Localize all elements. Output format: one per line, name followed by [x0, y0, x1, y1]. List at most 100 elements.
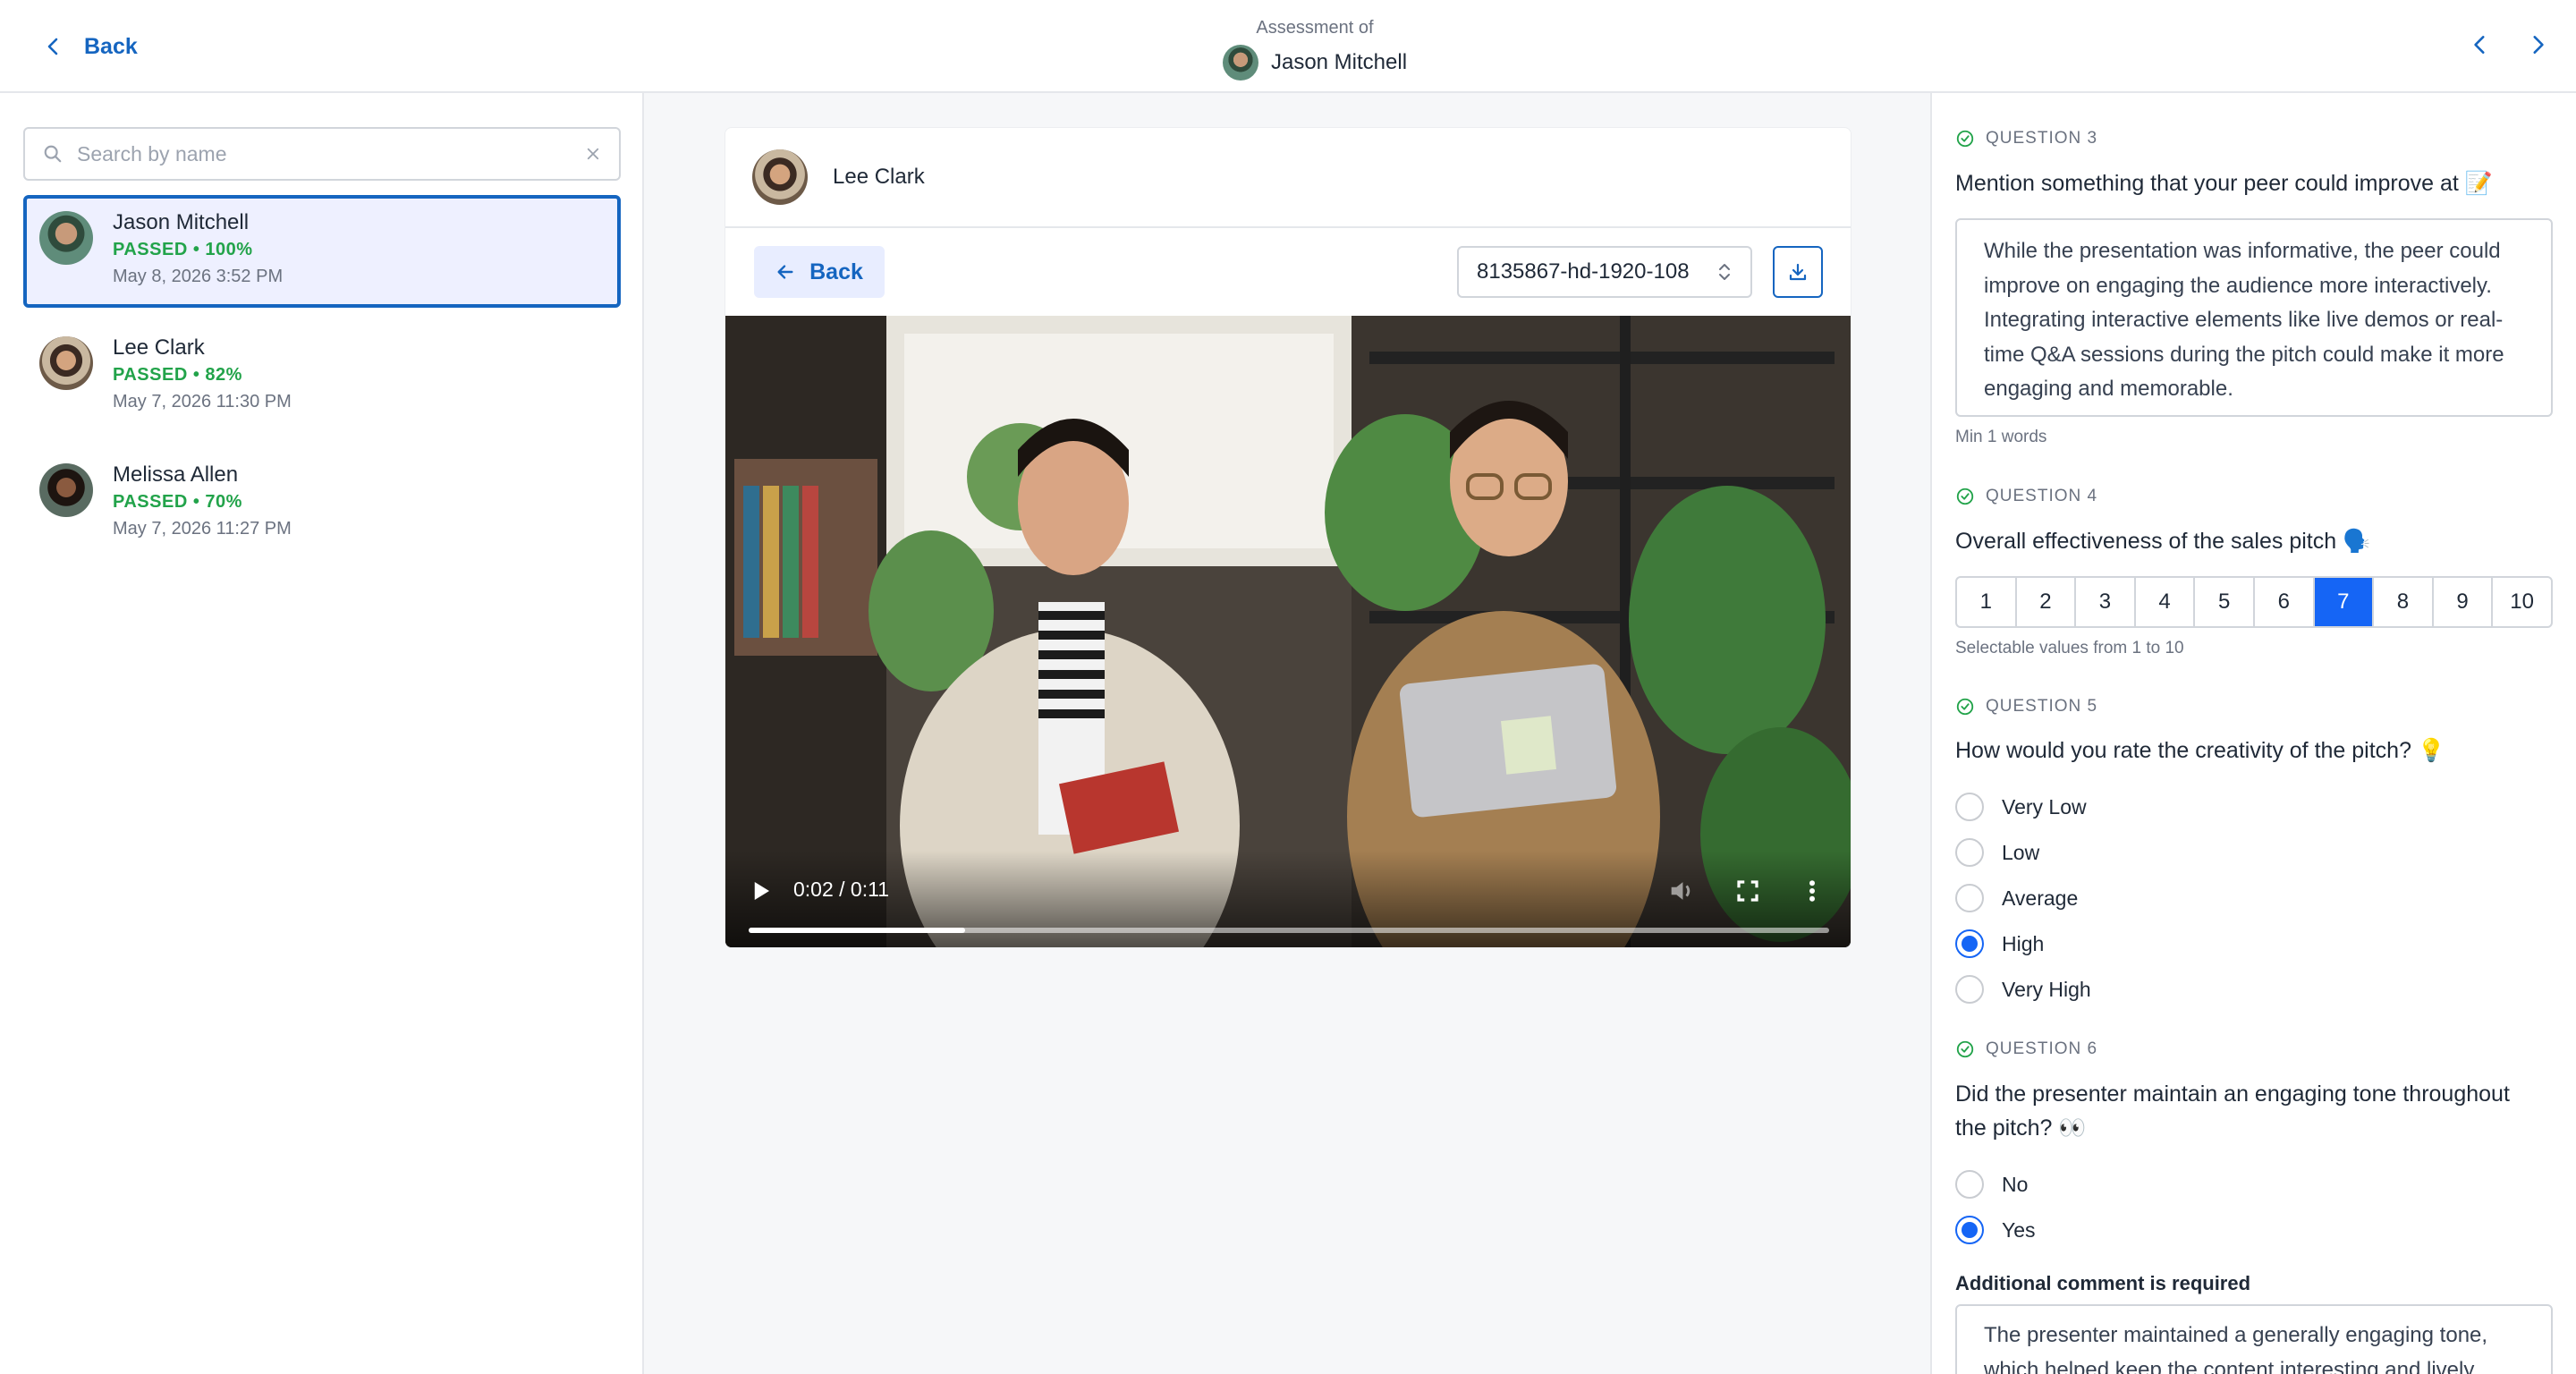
file-select[interactable]: 8135867-hd-1920-108	[1457, 246, 1752, 298]
comment-textarea[interactable]: The presenter maintained a generally eng…	[1955, 1304, 2553, 1374]
page-title: Assessment of Jason Mitchell	[1091, 16, 1538, 81]
radio-option[interactable]: High	[1955, 929, 2044, 958]
avatar	[39, 336, 93, 390]
rating-option[interactable]: 3	[2076, 578, 2136, 626]
header-back-button[interactable]: Back	[43, 27, 138, 66]
question-label: QUESTION 6	[1955, 1039, 2097, 1059]
list-item[interactable]: Jason Mitchell PASSED • 100% May 8, 2026…	[23, 195, 621, 308]
assessed-person: Jason Mitchell	[1091, 45, 1538, 81]
radio-button[interactable]	[1955, 884, 1984, 912]
rating-option[interactable]: 4	[2136, 578, 2196, 626]
arrow-left-icon	[777, 265, 793, 279]
clear-icon[interactable]	[585, 146, 601, 162]
media-toolbar: Back 8135867-hd-1920-108	[725, 228, 1851, 316]
video-controls: 0:02 / 0:11	[725, 851, 1851, 947]
radio-button[interactable]	[1955, 793, 1984, 821]
rating-option[interactable]: 10	[2493, 578, 2551, 626]
person-name: Jason Mitchell	[113, 210, 250, 234]
list-item[interactable]: Melissa Allen PASSED • 70% May 7, 2026 1…	[23, 449, 621, 576]
radio-label: Very High	[2002, 977, 2091, 1001]
radio-option[interactable]: Low	[1955, 838, 2039, 867]
more-options-icon[interactable]	[1799, 876, 1826, 906]
question-number: QUESTION 4	[1986, 487, 2098, 505]
sidebar: Jason Mitchell PASSED • 100% May 8, 2026…	[0, 93, 644, 1374]
submission-card: Lee Clark Back 8135867-hd-1920-108 0:02 …	[724, 127, 1852, 948]
sort-arrows-icon	[1719, 264, 1730, 280]
fullscreen-icon[interactable]	[1734, 878, 1761, 904]
radio-label: Average	[2002, 886, 2079, 910]
radio-label: No	[2002, 1172, 2029, 1196]
question-hint: Min 1 words	[1955, 428, 2047, 446]
radio-option[interactable]: Yes	[1955, 1216, 2036, 1244]
radio-option[interactable]: Very High	[1955, 975, 2091, 1004]
video-progress-fill	[749, 928, 965, 933]
comment-label: Additional comment is required	[1955, 1272, 2251, 1294]
rating-option[interactable]: 2	[2017, 578, 2077, 626]
question-label: QUESTION 3	[1955, 129, 2097, 148]
radio-label: Yes	[2002, 1217, 2036, 1242]
question-label: QUESTION 5	[1955, 697, 2097, 717]
header-back-label: Back	[84, 33, 138, 59]
chevron-right-icon	[2533, 36, 2544, 54]
page-subtitle: Assessment of	[1256, 18, 1374, 38]
status-badge: PASSED • 100%	[113, 240, 253, 259]
question-number: QUESTION 5	[1986, 697, 2098, 716]
rating-option[interactable]: 8	[2374, 578, 2434, 626]
question-text: Overall effectiveness of the sales pitch…	[1955, 529, 2371, 554]
question-text: Mention something that your peer could i…	[1955, 171, 2493, 196]
radio-button[interactable]	[1955, 975, 1984, 1004]
volume-icon[interactable]	[1666, 876, 1697, 906]
chevron-left-icon	[47, 38, 58, 55]
question-text: Did the presenter maintain an engaging t…	[1955, 1081, 2510, 1141]
record-navigation	[2467, 27, 2551, 63]
download-button[interactable]	[1773, 246, 1823, 298]
question-hint: Selectable values from 1 to 10	[1955, 639, 2184, 657]
check-circle-icon	[1956, 698, 1974, 716]
search-input[interactable]	[77, 141, 585, 166]
file-select-value: 8135867-hd-1920-108	[1477, 259, 1690, 284]
radio-button[interactable]	[1955, 838, 1984, 867]
rating-option[interactable]: 1	[1957, 578, 2017, 626]
person-date: May 7, 2026 11:30 PM	[113, 392, 292, 411]
radio-label: High	[2002, 931, 2045, 955]
rating-option[interactable]: 6	[2255, 578, 2315, 626]
play-icon[interactable]	[747, 878, 774, 904]
list-item[interactable]: Lee Clark PASSED • 82% May 7, 2026 11:30…	[23, 322, 621, 449]
status-badge: PASSED • 70%	[113, 492, 242, 512]
person-name: Melissa Allen	[113, 462, 239, 487]
next-button[interactable]	[2524, 27, 2551, 63]
radio-button[interactable]	[1955, 929, 1984, 958]
top-bar: Back Assessment of Jason Mitchell	[0, 0, 2576, 93]
radio-option[interactable]: Very Low	[1955, 793, 2087, 821]
rating-option[interactable]: 9	[2434, 578, 2494, 626]
person-date: May 7, 2026 11:27 PM	[113, 519, 292, 539]
avatar	[752, 149, 808, 205]
rating-option[interactable]: 7	[2314, 578, 2375, 626]
check-circle-icon	[1956, 488, 1974, 505]
person-list: Jason Mitchell PASSED • 100% May 8, 2026…	[23, 195, 621, 576]
radio-button[interactable]	[1955, 1216, 1984, 1244]
status-badge: PASSED • 82%	[113, 365, 242, 385]
download-icon	[1789, 263, 1807, 281]
back-button[interactable]: Back	[754, 246, 885, 298]
radio-label: Low	[2002, 840, 2040, 864]
previous-button[interactable]	[2467, 27, 2494, 63]
check-circle-icon	[1956, 130, 1974, 148]
search-icon	[44, 145, 62, 163]
person-name: Lee Clark	[113, 335, 205, 360]
question-text: How would you rate the creativity of the…	[1955, 738, 2446, 763]
reviewer-header: Lee Clark	[725, 128, 1851, 228]
question-label: QUESTION 4	[1955, 487, 2097, 506]
radio-option[interactable]: Average	[1955, 884, 2078, 912]
rating-option[interactable]: 5	[2195, 578, 2255, 626]
avatar	[39, 211, 93, 265]
video-progress-bar[interactable]	[749, 928, 1829, 933]
video-player[interactable]: 0:02 / 0:11	[725, 316, 1851, 947]
reviewer-name: Lee Clark	[833, 165, 925, 189]
assessed-person-name: Jason Mitchell	[1270, 50, 1408, 74]
answer-textarea[interactable]: While the presentation was informative, …	[1955, 218, 2553, 417]
radio-option[interactable]: No	[1955, 1170, 2028, 1199]
chevron-left-icon	[2474, 36, 2485, 54]
radio-button[interactable]	[1955, 1170, 1984, 1199]
rating-scale: 1 2 3 4 5 6 7 8 9 10	[1955, 576, 2553, 628]
